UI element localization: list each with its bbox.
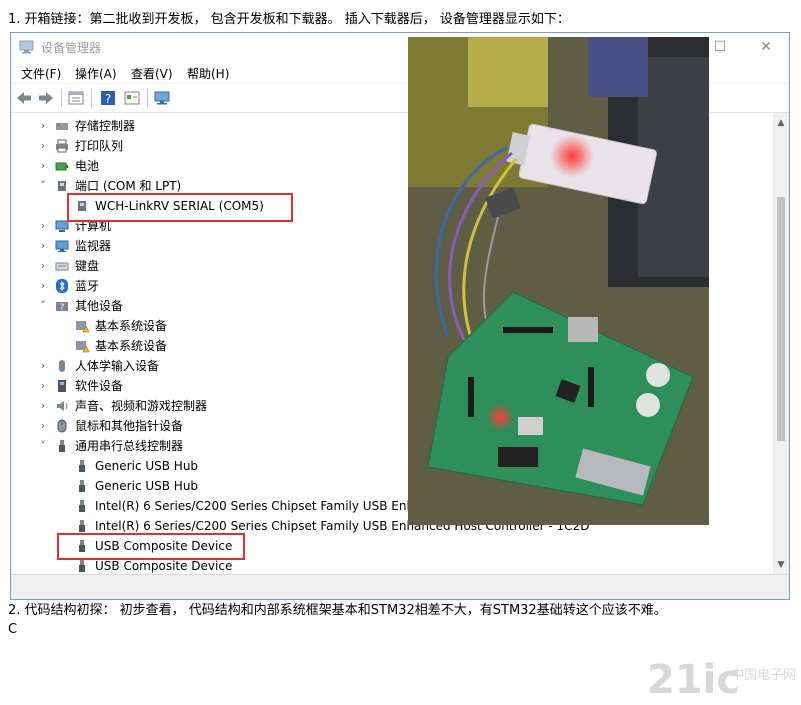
collapse-chevron-icon[interactable]: ˅ [38, 436, 48, 456]
site-watermark-logo: 21ic 中国电子网 [647, 657, 795, 701]
mouse-icon [57, 419, 67, 433]
highlight-box-com5 [67, 193, 293, 222]
expand-chevron-icon[interactable]: › [38, 396, 48, 416]
scroll-up-icon[interactable]: ▲ [773, 115, 789, 131]
tree-item-label: 通用串行总线控制器 [75, 439, 184, 453]
toolbar-separator [147, 89, 148, 107]
help-icon[interactable]: ? [99, 89, 117, 107]
view-icon[interactable] [123, 89, 141, 107]
expand-chevron-icon[interactable]: › [38, 156, 48, 176]
tree-item-label: 鼠标和其他指针设备 [75, 419, 184, 433]
tree-item-label: 蓝牙 [75, 279, 100, 293]
software-device-icon [58, 380, 66, 392]
tree-item-label: 监视器 [75, 239, 112, 253]
expand-chevron-icon[interactable]: › [38, 256, 48, 276]
menu-file[interactable]: 文件(F) [21, 65, 61, 82]
toolbar-separator [91, 89, 92, 107]
properties-icon[interactable] [67, 89, 85, 107]
usb-plug-icon [79, 480, 85, 492]
bluetooth-icon [56, 279, 68, 293]
tree-item-label: 电池 [75, 159, 100, 173]
usb-plug-icon [79, 500, 85, 512]
trailing-text: C [8, 622, 18, 637]
forward-arrow-icon[interactable] [37, 89, 55, 107]
dev-board-photo [408, 37, 709, 525]
tree-item-label: 声音、视频和游戏控制器 [75, 399, 208, 413]
port-icon [58, 181, 66, 191]
tree-item-label: 软件设备 [75, 379, 124, 393]
warning-device-icon [76, 321, 89, 333]
expand-chevron-icon[interactable]: › [38, 276, 48, 296]
device-manager-icon [19, 40, 34, 54]
window-title: 设备管理器 [41, 41, 102, 55]
menu-help[interactable]: 帮助(H) [187, 65, 229, 82]
sound-icon [57, 401, 68, 411]
svg-text:?: ? [60, 303, 65, 313]
expand-chevron-icon[interactable]: › [38, 416, 48, 436]
usb-plug-icon [79, 520, 85, 532]
scrollbar-thumb[interactable] [777, 197, 785, 441]
expand-chevron-icon[interactable]: › [38, 136, 48, 156]
tree-item-label: 键盘 [75, 259, 100, 273]
printer-icon [56, 139, 68, 153]
tree-item-label: Generic USB Hub [95, 459, 199, 473]
usb-plug-icon [79, 560, 85, 572]
usb-plug-icon [79, 460, 85, 472]
menu-action[interactable]: 操作(A) [75, 65, 117, 82]
tree-item-label: 基本系统设备 [95, 339, 168, 353]
storage-controller-icon [56, 123, 68, 130]
expand-chevron-icon[interactable]: › [38, 236, 48, 256]
collapse-chevron-icon[interactable]: ˅ [38, 176, 48, 196]
code-structure-paragraph: 2. 代码结构初探： 初步查看， 代码结构和内部系统框架基本和STM32相差不大… [8, 603, 667, 618]
tree-item-label: 存储控制器 [75, 119, 136, 133]
expand-chevron-icon[interactable]: › [38, 376, 48, 396]
collapse-chevron-icon[interactable]: ˅ [38, 296, 48, 316]
hid-icon [59, 360, 65, 372]
tree-item-label: 人体学输入设备 [75, 359, 160, 373]
scroll-down-icon[interactable]: ▼ [773, 557, 789, 573]
svg-text:中国电子网: 中国电子网 [731, 668, 795, 683]
close-button[interactable]: ✕ [743, 33, 789, 61]
intro-paragraph: 1. 开箱链接：第二批收到开发板， 包含开发板和下载器。 插入下载器后， 设备管… [8, 12, 570, 27]
status-bar [11, 574, 789, 599]
expand-chevron-icon[interactable]: › [38, 356, 48, 376]
usb-icon [59, 440, 65, 452]
tree-item-label: 基本系统设备 [95, 319, 168, 333]
battery-icon [55, 162, 68, 171]
svg-text:?: ? [105, 92, 111, 106]
toolbar-separator [61, 89, 62, 107]
highlight-box-usb-composite [57, 533, 245, 560]
tree-item-label: 其他设备 [75, 299, 124, 313]
back-arrow-icon[interactable] [15, 89, 33, 107]
monitor-icon[interactable] [153, 89, 171, 107]
tree-item-label: 打印队列 [75, 139, 124, 153]
monitor-icon [55, 240, 69, 252]
svg-text:21ic: 21ic [647, 657, 740, 701]
vertical-scrollbar[interactable]: ▲ ▼ [773, 113, 789, 575]
expand-chevron-icon[interactable]: › [38, 216, 48, 236]
warning-device-icon [76, 341, 89, 353]
expand-chevron-icon[interactable]: › [38, 116, 48, 136]
menu-view[interactable]: 查看(V) [131, 65, 173, 82]
other-devices-icon: ? [56, 302, 68, 313]
tree-item-label: Generic USB Hub [95, 479, 199, 493]
keyboard-icon [55, 262, 69, 271]
